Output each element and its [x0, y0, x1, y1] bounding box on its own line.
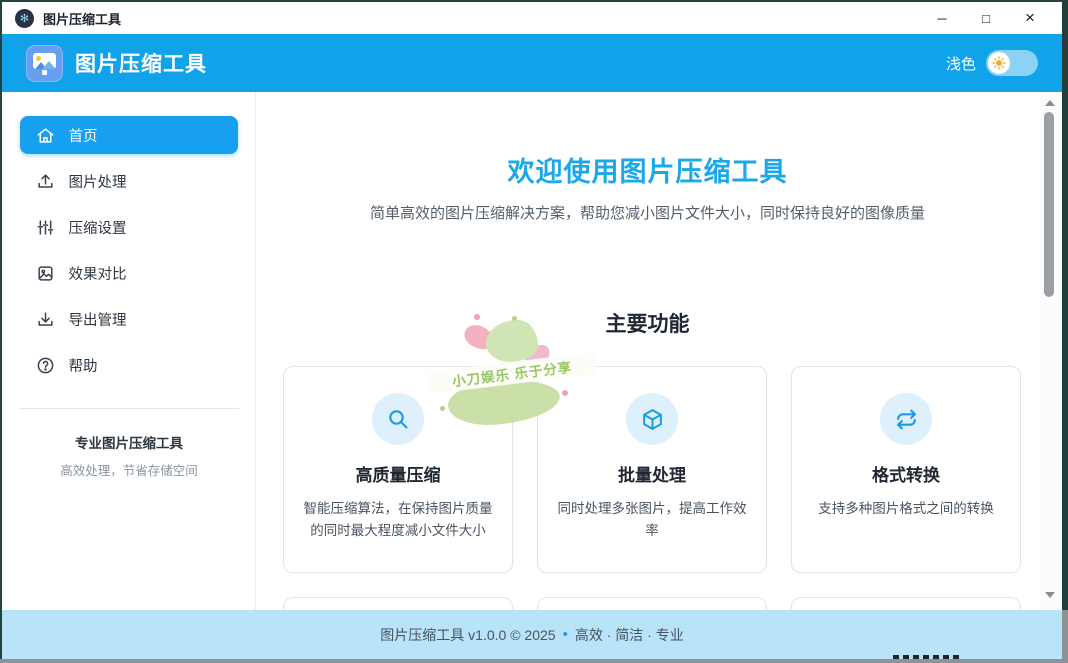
monitor-stand	[42, 70, 47, 75]
feature-card-partial	[283, 597, 513, 610]
window-border-left	[0, 0, 2, 663]
help-icon	[36, 355, 56, 375]
theme-label: 浅色	[946, 53, 976, 74]
feature-card-batch-processing: 批量处理 同时处理多张图片，提高工作效率	[537, 366, 767, 573]
app-header: 图片压缩工具 浅色	[2, 34, 1062, 92]
convert-icon	[894, 407, 919, 432]
sidebar-footer-title: 专业图片压缩工具	[2, 432, 256, 452]
sidebar-item-home[interactable]: 首页	[20, 116, 238, 154]
scroll-up-arrow-icon[interactable]	[1045, 100, 1055, 106]
upload-icon	[36, 171, 56, 191]
window-border-right	[1062, 0, 1068, 610]
sidebar-item-label: 帮助	[69, 355, 98, 376]
feature-icon-circle	[626, 393, 678, 445]
watermark-splat-pink	[522, 343, 552, 367]
background-window-artifact	[893, 655, 959, 659]
window-border-right-lower	[1062, 610, 1068, 663]
feature-icon-circle	[372, 393, 424, 445]
welcome-subtitle: 简单高效的图片压缩解决方案，帮助您减小图片文件大小，同时保持良好的图像质量	[256, 202, 1039, 223]
welcome-title: 欢迎使用图片压缩工具	[256, 150, 1039, 189]
window-title: 图片压缩工具	[43, 9, 121, 28]
sidebar-item-help[interactable]: 帮助	[20, 346, 238, 384]
close-button[interactable]: ×	[1008, 3, 1052, 33]
window-border-top	[0, 0, 1068, 2]
sidebar-footer: 专业图片压缩工具 高效处理，节省存储空间	[2, 432, 256, 479]
footer-version-text: 图片压缩工具 v1.0.0 © 2025	[380, 625, 555, 645]
sidebar-item-export-management[interactable]: 导出管理	[20, 300, 238, 338]
close-icon: ×	[1025, 8, 1035, 28]
window-border-bottom	[0, 659, 1068, 663]
sidebar-item-label: 导出管理	[69, 309, 127, 330]
download-icon	[36, 309, 56, 329]
feature-card-format-conversion: 格式转换 支持多种图片格式之间的转换	[791, 366, 1021, 573]
window-controls: ─ □ ×	[920, 3, 1052, 33]
theme-toggle-knob[interactable]	[988, 52, 1010, 74]
scroll-down-arrow-icon[interactable]	[1045, 592, 1055, 598]
app-footer: 图片压缩工具 v1.0.0 © 2025 • 高效 · 简洁 · 专业	[2, 610, 1062, 659]
app-title: 图片压缩工具	[75, 48, 207, 78]
body-area: 首页 图片处理 压缩设置	[2, 92, 1062, 610]
sliders-icon	[36, 217, 56, 237]
sidebar-item-label: 压缩设置	[69, 217, 127, 238]
sidebar-item-effect-comparison[interactable]: 效果对比	[20, 254, 238, 292]
sun-icon	[992, 56, 1006, 70]
search-icon	[386, 407, 410, 431]
footer-slogan-text: 高效 · 简洁 · 专业	[575, 625, 684, 645]
sidebar-item-image-processing[interactable]: 图片处理	[20, 162, 238, 200]
feature-card-partial	[791, 597, 1021, 610]
maximize-icon: □	[982, 11, 990, 26]
footer-separator-dot: •	[563, 626, 568, 643]
feature-description: 支持多种图片格式之间的转换	[807, 498, 1005, 520]
section-title: 主要功能	[256, 308, 1039, 338]
cube-icon	[640, 407, 665, 432]
sidebar-item-compression-settings[interactable]: 压缩设置	[20, 208, 238, 246]
window-app-icon: ✻	[15, 9, 34, 28]
main-content: 欢迎使用图片压缩工具 简单高效的图片压缩解决方案，帮助您减小图片文件大小，同时保…	[256, 92, 1039, 610]
minimize-button[interactable]: ─	[920, 3, 964, 33]
home-icon	[36, 125, 56, 145]
sidebar-footer-subtitle: 高效处理，节省存储空间	[2, 460, 256, 479]
sidebar: 首页 图片处理 压缩设置	[2, 92, 256, 610]
sidebar-item-label: 首页	[69, 125, 98, 146]
minimize-icon: ─	[937, 11, 946, 26]
feature-title: 高质量压缩	[284, 461, 512, 486]
feature-card-high-quality: 高质量压缩 智能压缩算法，在保持图片质量的同时最大程度减小文件大小	[283, 366, 513, 573]
app-logo	[26, 45, 63, 82]
app-window: ✻ 图片压缩工具 ─ □ × 图片压缩工具 浅色	[0, 0, 1068, 663]
image-monitor-icon	[33, 53, 56, 69]
image-compare-icon	[36, 263, 56, 283]
scrollbar[interactable]	[1039, 92, 1061, 610]
feature-card-partial	[537, 597, 767, 610]
feature-title: 批量处理	[538, 461, 766, 486]
theme-toggle[interactable]	[986, 50, 1038, 76]
scrollbar-thumb[interactable]	[1044, 112, 1054, 297]
mountain-shape-2	[40, 61, 56, 69]
sidebar-divider	[19, 408, 239, 409]
feature-description: 同时处理多张图片，提高工作效率	[553, 498, 751, 543]
sidebar-item-label: 效果对比	[69, 263, 127, 284]
maximize-button[interactable]: □	[964, 3, 1008, 33]
feature-title: 格式转换	[792, 461, 1020, 486]
feature-description: 智能压缩算法，在保持图片质量的同时最大程度减小文件大小	[299, 498, 497, 543]
title-bar: ✻ 图片压缩工具 ─ □ ×	[2, 2, 1062, 34]
header-right: 浅色	[946, 50, 1038, 76]
feature-icon-circle	[880, 393, 932, 445]
sidebar-item-label: 图片处理	[69, 171, 127, 192]
